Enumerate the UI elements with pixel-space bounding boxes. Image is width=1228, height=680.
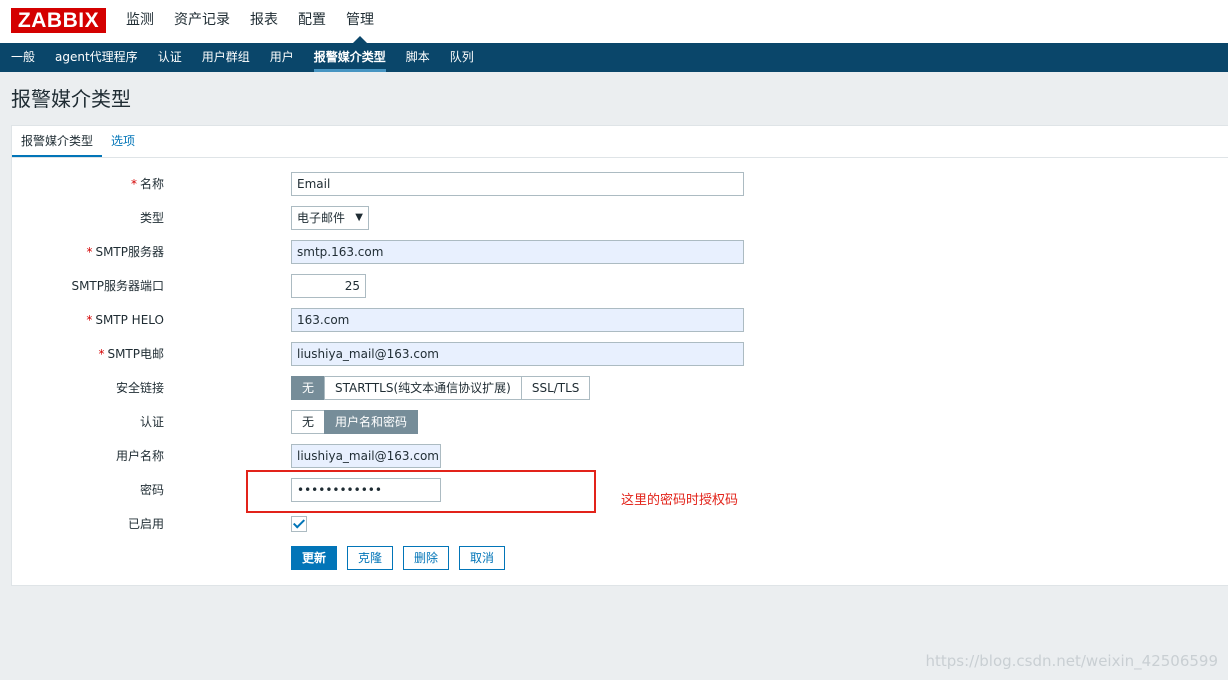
row-security: 安全链接 无 STARTTLS(纯文本通信协议扩展) SSL/TLS: [12, 376, 1112, 400]
row-smtp-server: * SMTP服务器 smtp.163.com: [12, 240, 1112, 264]
smtp-helo-input[interactable]: 163.com: [291, 308, 744, 332]
form-tabs: 报警媒介类型 选项: [12, 126, 1228, 158]
submenu-user-groups[interactable]: 用户群组: [202, 43, 250, 72]
smtp-email-label: * SMTP电邮: [98, 347, 164, 361]
username-input[interactable]: liushiya_mail@163.com: [291, 444, 441, 468]
row-smtp-helo: * SMTP HELO 163.com: [12, 308, 1112, 332]
row-username: 用户名称 liushiya_mail@163.com: [12, 444, 1112, 468]
name-input[interactable]: Email: [291, 172, 744, 196]
smtp-port-input[interactable]: 25: [291, 274, 366, 298]
security-option-ssl-tls[interactable]: SSL/TLS: [520, 376, 591, 400]
main-menu: 监测 资产记录 报表 配置 管理: [126, 0, 394, 43]
submenu-proxies[interactable]: agent代理程序: [55, 43, 138, 72]
update-button[interactable]: 更新: [291, 546, 338, 570]
tab-options[interactable]: 选项: [102, 126, 144, 157]
watermark: https://blog.csdn.net/weixin_42506599: [925, 652, 1218, 670]
form-panel: 报警媒介类型 选项 * 名称 Email 类型 电子邮件 ▼ * SMTP服务器 sm…: [11, 125, 1228, 586]
authentication-label: 认证: [139, 415, 164, 429]
row-smtp-port: SMTP服务器端口 25: [12, 274, 1112, 298]
cancel-button[interactable]: 取消: [459, 546, 506, 570]
submenu-scripts[interactable]: 脚本: [406, 43, 430, 72]
row-actions: 更新 克隆 删除 取消: [12, 546, 1112, 570]
menu-item-reports[interactable]: 报表: [250, 0, 278, 43]
username-label: 用户名称: [115, 449, 164, 463]
enabled-checkbox[interactable]: [291, 516, 307, 532]
auth-option-username-password[interactable]: 用户名和密码: [324, 410, 419, 434]
sub-menu: 一般 agent代理程序 认证 用户群组 用户 报警媒介类型 脚本 队列: [0, 43, 1228, 72]
submenu-queue[interactable]: 队列: [450, 43, 474, 72]
submenu-users[interactable]: 用户: [270, 43, 294, 72]
delete-button[interactable]: 删除: [403, 546, 450, 570]
top-bar: ZABBIX 监测 资产记录 报表 配置 管理: [0, 0, 1228, 43]
page-title: 报警媒介类型: [11, 87, 131, 111]
menu-item-monitoring[interactable]: 监测: [126, 0, 154, 43]
security-option-starttls[interactable]: STARTTLS(纯文本通信协议扩展): [324, 376, 522, 400]
row-type: 类型 电子邮件 ▼: [12, 206, 1112, 230]
menu-item-inventory[interactable]: 资产记录: [174, 0, 230, 43]
smtp-helo-label: * SMTP HELO: [86, 313, 164, 327]
clone-button[interactable]: 克隆: [347, 546, 394, 570]
row-enabled: 已启用: [12, 512, 1112, 536]
auth-option-none[interactable]: 无: [291, 410, 326, 434]
submenu-general[interactable]: 一般: [11, 43, 35, 72]
menu-item-administration[interactable]: 管理: [346, 0, 374, 43]
name-label: * 名称: [130, 177, 164, 191]
check-icon: [292, 516, 306, 529]
smtp-server-label: * SMTP服务器: [86, 245, 164, 259]
submenu-media-types[interactable]: 报警媒介类型: [313, 43, 386, 72]
row-smtp-email: * SMTP电邮 liushiya_mail@163.com: [12, 342, 1112, 366]
zabbix-logo[interactable]: ZABBIX: [11, 8, 106, 33]
row-name: * 名称 Email: [12, 172, 1112, 196]
smtp-port-label: SMTP服务器端口: [71, 279, 164, 293]
type-label: 类型: [139, 211, 164, 225]
enabled-label: 已启用: [127, 517, 164, 531]
smtp-server-input[interactable]: smtp.163.com: [291, 240, 744, 264]
annotation-note: 这里的密码时授权码: [621, 493, 739, 508]
security-toggle: 无 STARTTLS(纯文本通信协议扩展) SSL/TLS: [291, 376, 591, 400]
submenu-authentication[interactable]: 认证: [158, 43, 182, 72]
dropdown-arrow-icon: ▼: [355, 212, 363, 223]
tab-media-type[interactable]: 报警媒介类型: [12, 126, 103, 157]
password-highlight-box: [246, 470, 596, 513]
smtp-email-input[interactable]: liushiya_mail@163.com: [291, 342, 744, 366]
menu-item-configuration[interactable]: 配置: [298, 0, 326, 43]
security-option-none[interactable]: 无: [291, 376, 326, 400]
row-authentication: 认证 无 用户名和密码: [12, 410, 1112, 434]
authentication-toggle: 无 用户名和密码: [291, 410, 419, 434]
security-label: 安全链接: [115, 381, 164, 395]
password-label: 密码: [139, 483, 164, 497]
type-select[interactable]: 电子邮件 ▼: [291, 206, 369, 230]
